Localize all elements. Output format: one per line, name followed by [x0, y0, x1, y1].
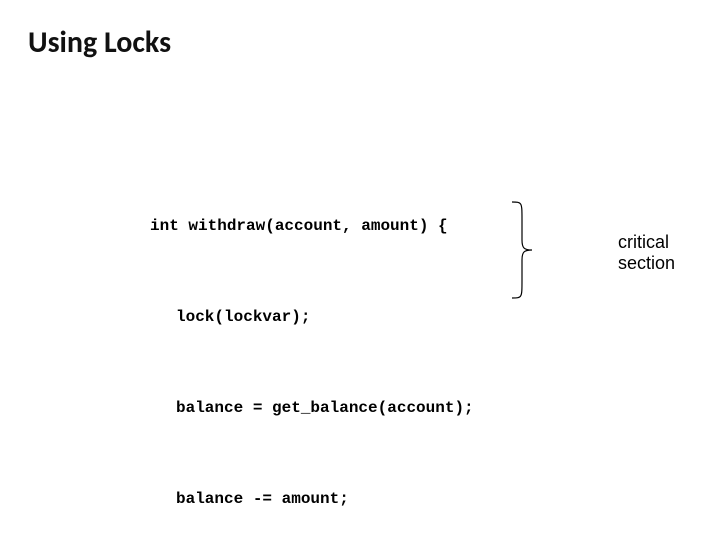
annotation-label: critical section: [618, 232, 675, 274]
code-line-1: int withdraw(account, amount) {: [150, 211, 474, 241]
code-block: int withdraw(account, amount) { lock(loc…: [150, 150, 474, 540]
slide-title: Using Locks: [28, 24, 171, 61]
annotation-line-1: critical: [618, 232, 675, 253]
slide: Using Locks int withdraw(account, amount…: [0, 0, 720, 540]
code-line-4: balance -= amount;: [150, 484, 474, 514]
annotation-line-2: section: [618, 253, 675, 274]
code-line-3: balance = get_balance(account);: [150, 393, 474, 423]
brace-icon: [510, 200, 540, 300]
code-line-2: lock(lockvar);: [150, 302, 474, 332]
